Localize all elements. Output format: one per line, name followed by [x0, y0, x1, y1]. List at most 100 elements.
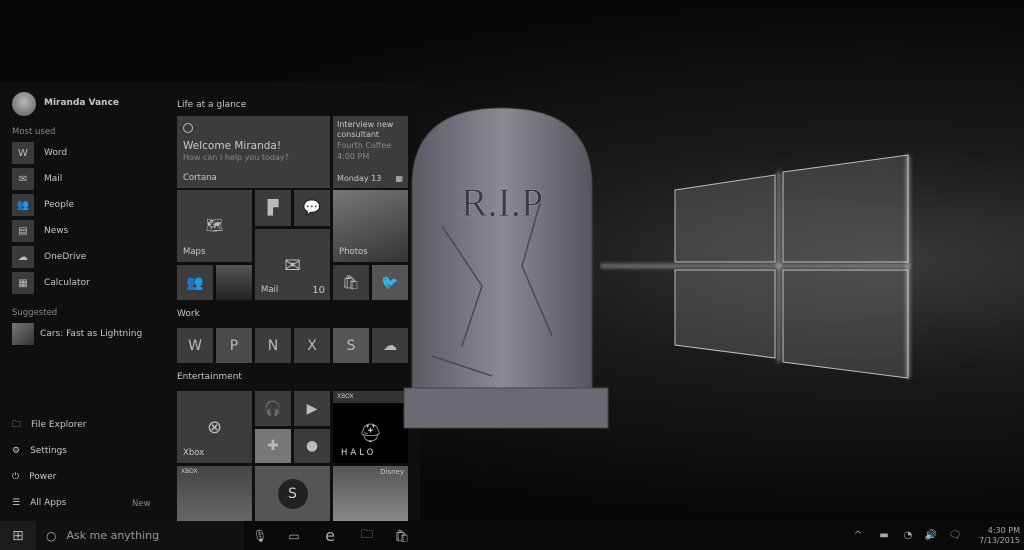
group-life-at-a-glance: Life at a glance — [177, 100, 247, 110]
tile-xbox[interactable]: ⊗ Xbox — [177, 391, 252, 463]
tile-contact-photo[interactable] — [216, 265, 252, 300]
calendar-date: Monday 13 — [337, 174, 382, 183]
most-used-heading: Most used — [12, 127, 56, 137]
suggested-heading: Suggested — [12, 308, 58, 318]
microphone-icon[interactable]: 🎙 — [250, 521, 270, 550]
word-icon: W — [12, 142, 34, 164]
windows-icon: ⊞ — [12, 527, 24, 544]
tile-label: Cortana — [183, 173, 217, 183]
label: All Apps — [30, 498, 67, 508]
skype-icon: S — [346, 337, 356, 354]
tile-mail[interactable]: ✉ Mail 10 — [255, 229, 330, 300]
disney-logo: Disney — [380, 468, 404, 476]
excel-icon: X — [307, 337, 317, 354]
tile-label: Maps — [183, 247, 206, 257]
cortana-title: Welcome Miranda! — [183, 140, 282, 152]
tile-feedback[interactable]: 💬 — [294, 190, 330, 226]
item-label: Cars: Fast as Lightning — [40, 329, 143, 339]
video-icon: ▶ — [306, 400, 318, 417]
label: File Explorer — [31, 420, 87, 430]
most-used-calculator[interactable]: ▦ Calculator — [12, 272, 90, 294]
item-label: Mail — [44, 174, 63, 184]
tile-word[interactable]: W — [177, 328, 213, 363]
people-icon: 👥 — [186, 274, 204, 291]
chat-icon: 💬 — [303, 200, 321, 216]
tile-maps[interactable]: 🗺 Maps — [177, 190, 252, 262]
tile-onenote[interactable]: N — [255, 328, 291, 363]
file-explorer-icon[interactable]: 🗀 — [355, 521, 379, 550]
task-view-icon[interactable]: ▭ — [283, 521, 305, 550]
group-work: Work — [177, 309, 200, 319]
item-label: News — [44, 226, 69, 236]
tile-people[interactable]: 👥 — [177, 265, 213, 300]
suggested-item[interactable]: Cars: Fast as Lightning — [12, 323, 142, 345]
folder-icon: 🗀 — [12, 420, 22, 430]
halo-logo: HALO — [341, 448, 377, 458]
tile-excel[interactable]: X — [294, 328, 330, 363]
search-box[interactable]: ○ Ask me anything — [36, 521, 244, 550]
tile-cortana[interactable]: Welcome Miranda! How can I help you toda… — [177, 116, 330, 188]
action-center-icon[interactable]: 🗨 — [946, 521, 964, 550]
tile-movies-tv[interactable]: ▶ — [294, 391, 330, 426]
flipboard-icon: ▛ — [267, 200, 279, 216]
time: 4:30 PM — [987, 525, 1020, 535]
power-icon: ⏻ — [12, 472, 20, 482]
tile-shazam[interactable]: S — [255, 466, 330, 521]
clock[interactable]: 4:30 PM 7/13/2015 — [968, 521, 1020, 550]
tile-disney-frozen[interactable]: Disney — [333, 466, 408, 521]
store-icon[interactable]: 🛍 — [390, 521, 414, 550]
shazam-icon: S — [255, 466, 330, 521]
item-label: People — [44, 200, 74, 210]
avatar[interactable] — [12, 92, 36, 116]
tile-minion-rush[interactable]: XBOX — [177, 466, 252, 521]
calculator-icon: ▦ — [12, 272, 34, 294]
tile-flipboard[interactable]: ▛ — [255, 190, 291, 226]
globe-icon: ● — [305, 438, 319, 454]
tile-globe[interactable]: ● — [294, 429, 330, 463]
onedrive-icon: ☁ — [12, 246, 34, 268]
power-button[interactable]: ⏻ Power — [12, 466, 56, 488]
group-entertainment: Entertainment — [177, 372, 242, 382]
tile-publisher[interactable]: P — [216, 328, 252, 363]
label: Power — [29, 472, 57, 482]
volume-icon[interactable]: 🔊 — [922, 521, 940, 550]
wifi-icon[interactable]: ◔ — [900, 521, 916, 550]
tile-game[interactable]: ✚ — [255, 429, 291, 463]
user-name[interactable]: Miranda Vance — [44, 98, 119, 108]
gear-icon: ⚙ — [12, 446, 21, 456]
event-location: Fourth Coffee — [337, 141, 392, 150]
people-icon: 👥 — [12, 194, 34, 216]
tile-calendar[interactable]: Interview new consultant Fourth Coffee 4… — [333, 116, 408, 188]
file-explorer-button[interactable]: 🗀 File Explorer — [12, 414, 86, 436]
item-label: Calculator — [44, 278, 90, 288]
tile-photos[interactable]: Photos — [333, 190, 408, 262]
edge-icon[interactable]: e — [318, 521, 342, 550]
publisher-icon: P — [229, 337, 239, 354]
tile-store[interactable]: 🛍 — [333, 265, 369, 300]
most-used-people[interactable]: 👥 People — [12, 194, 74, 216]
chevron-up-icon[interactable]: ^ — [850, 521, 866, 550]
start-button[interactable]: ⊞ — [0, 521, 36, 550]
most-used-word[interactable]: W Word — [12, 142, 67, 164]
most-used-mail[interactable]: ✉ Mail — [12, 168, 62, 190]
tile-groove-music[interactable]: 🎧 — [255, 391, 291, 426]
most-used-news[interactable]: ▤ News — [12, 220, 68, 242]
battery-icon[interactable]: ▬ — [875, 521, 893, 550]
plus-icon: ✚ — [267, 438, 279, 454]
new-badge: New — [132, 499, 151, 509]
tile-label: Mail — [261, 285, 279, 295]
mail-count-badge: 10 — [312, 285, 325, 296]
item-label: Word — [44, 148, 68, 158]
settings-button[interactable]: ⚙ Settings — [12, 440, 67, 462]
onenote-icon: N — [267, 337, 279, 354]
label: Settings — [30, 446, 67, 456]
xbox-badge: XBOX — [333, 391, 408, 403]
all-apps-button[interactable]: ☰ All Apps — [12, 492, 66, 514]
most-used-onedrive[interactable]: ☁ OneDrive — [12, 246, 86, 268]
tile-halo[interactable]: XBOX ⛑ HALO — [333, 391, 408, 463]
mail-icon: ✉ — [12, 168, 34, 190]
xbox-badge: XBOX — [181, 468, 198, 475]
cortana-subtitle: How can I help you today? — [183, 153, 289, 162]
tile-skype[interactable]: S — [333, 328, 369, 363]
tombstone-image: R.I.P — [403, 107, 609, 429]
